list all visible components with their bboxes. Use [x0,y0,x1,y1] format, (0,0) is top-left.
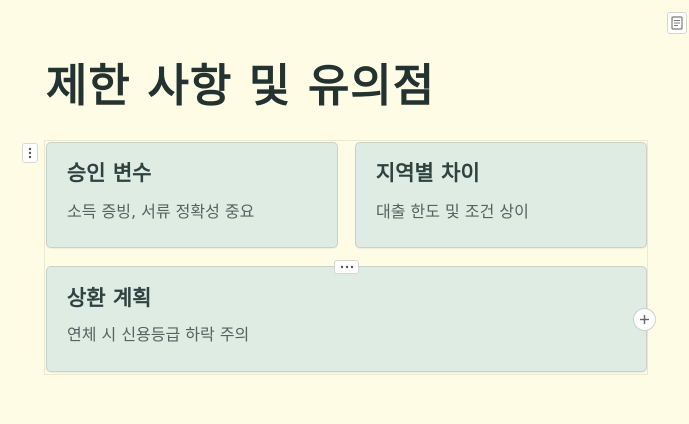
notes-icon[interactable] [667,12,687,34]
card-title: 상환 계획 [67,286,152,310]
card-title: 승인 변수 [67,161,152,185]
card-description: 연체 시 신용등급 하락 주의 [67,325,250,344]
card-description: 대출 한도 및 조건 상이 [376,202,529,221]
card-description: 소득 증빙, 서류 정확성 중요 [67,202,255,221]
page-title: 제한 사항 및 유의점 [46,59,436,112]
card-approval-variables[interactable]: 승인 변수 소득 증빙, 서류 정확성 중요 [46,142,338,248]
plus-icon[interactable] [633,308,656,331]
card-repayment-plan[interactable]: 상환 계획 연체 시 신용등급 하락 주의 [46,266,647,372]
vertical-dots-icon[interactable] [22,143,38,163]
card-regional-differences[interactable]: 지역별 차이 대출 한도 및 조건 상이 [355,142,647,248]
horizontal-dots-icon[interactable] [334,260,359,274]
card-title: 지역별 차이 [376,161,480,185]
